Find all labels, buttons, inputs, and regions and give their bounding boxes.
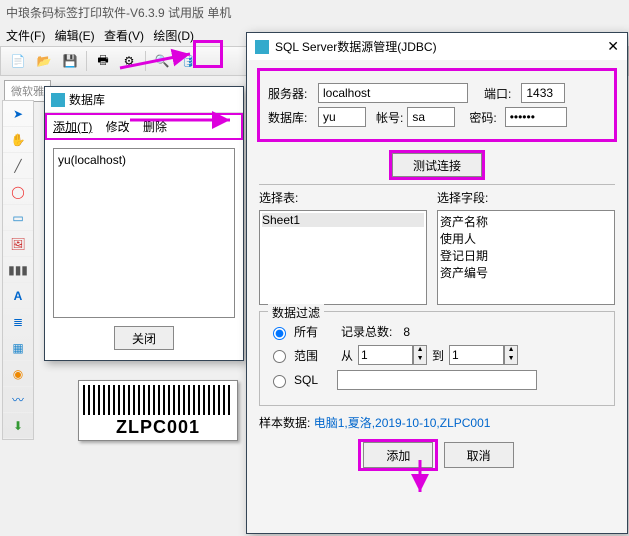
image-icon[interactable]: 🖼 bbox=[3, 231, 33, 257]
shape-icon[interactable]: ◯ bbox=[3, 179, 33, 205]
filter-sql-label: SQL bbox=[294, 373, 318, 387]
from-label: 从 bbox=[341, 347, 353, 364]
to-input[interactable] bbox=[449, 345, 504, 365]
barcode-icon[interactable]: ▮▮▮ bbox=[3, 257, 33, 283]
filter-legend: 数据过滤 bbox=[268, 304, 324, 321]
rect-icon[interactable]: ▭ bbox=[3, 205, 33, 231]
qr-icon[interactable]: ▦ bbox=[3, 335, 33, 361]
open-icon[interactable]: 📂 bbox=[32, 50, 56, 72]
new-icon[interactable]: 📄 bbox=[6, 50, 30, 72]
connection-panel: 服务器: 端口: 数据库: 帐号: 密码: bbox=[257, 68, 617, 142]
circle-tool-icon[interactable]: ◉ bbox=[3, 361, 33, 387]
db-config-actions: 添加(T) 修改 删除 bbox=[45, 113, 243, 140]
db-close-button[interactable]: 关闭 bbox=[114, 326, 174, 350]
port-input[interactable] bbox=[521, 83, 565, 103]
left-toolbar: ➤ ✋ ╱ ◯ ▭ 🖼 ▮▮▮ A ≣ ▦ ◉ 〰 ⬇ bbox=[2, 100, 34, 440]
table-listbox[interactable]: Sheet1 bbox=[259, 210, 427, 305]
close-icon[interactable]: ✕ bbox=[607, 38, 619, 55]
cancel-button[interactable]: 取消 bbox=[444, 442, 514, 468]
sample-label: 样本数据: bbox=[259, 416, 310, 430]
from-input[interactable] bbox=[358, 345, 413, 365]
spinner-icon[interactable]: ▲▼ bbox=[413, 345, 427, 365]
count-value: 8 bbox=[403, 325, 410, 339]
menu-file[interactable]: 文件(F) bbox=[6, 29, 45, 43]
database-icon[interactable]: 🛢 bbox=[176, 50, 200, 72]
spinner-icon[interactable]: ▲▼ bbox=[504, 345, 518, 365]
field-item[interactable]: 使用人 bbox=[440, 230, 612, 247]
db-modify-button[interactable]: 修改 bbox=[106, 120, 130, 134]
filter-range-radio[interactable] bbox=[273, 350, 286, 363]
pointer-icon[interactable]: ➤ bbox=[3, 101, 33, 127]
save-icon[interactable]: 💾 bbox=[58, 50, 82, 72]
db-label: 数据库: bbox=[268, 109, 318, 126]
field-item[interactable]: 登记日期 bbox=[440, 247, 612, 264]
menu-edit[interactable]: 编辑(E) bbox=[55, 29, 95, 43]
field-listbox[interactable]: 资产名称 使用人 登记日期 资产编号 bbox=[437, 210, 615, 305]
db-icon bbox=[51, 93, 65, 107]
print-icon[interactable]: 🖶 bbox=[91, 50, 115, 72]
curve-icon[interactable]: 〰 bbox=[3, 387, 33, 413]
sample-row: 样本数据: 电脑1,夏洛,2019-10-10,ZLPC001 bbox=[259, 414, 615, 431]
sel-table-label: 选择表: bbox=[259, 189, 437, 206]
richtext-icon[interactable]: ≣ bbox=[3, 309, 33, 335]
barcode-bars bbox=[83, 385, 233, 415]
app-title: 中琅条码标签打印软件-V6.3.9 试用版 单机 bbox=[0, 0, 629, 25]
db-list-entry[interactable]: yu(localhost) bbox=[58, 153, 230, 167]
filter-range-label: 范围 bbox=[294, 347, 318, 364]
import-icon[interactable]: ⬇ bbox=[3, 413, 33, 439]
db-config-dialog: 数据库 添加(T) 修改 删除 yu(localhost) 关闭 bbox=[44, 86, 244, 361]
acct-label: 帐号: bbox=[376, 109, 403, 126]
pwd-label: 密码: bbox=[469, 109, 496, 126]
sql-title-bar: SQL Server数据源管理(JDBC) ✕ bbox=[247, 33, 627, 60]
sample-value: 电脑1,夏洛,2019-10-10,ZLPC001 bbox=[314, 416, 491, 430]
test-connection-button[interactable]: 测试连接 bbox=[392, 153, 482, 177]
db-add-button[interactable]: 添加(T) bbox=[53, 120, 92, 134]
barcode-preview: ZLPC001 bbox=[78, 380, 238, 441]
server-input[interactable] bbox=[318, 83, 468, 103]
field-item[interactable]: 资产编号 bbox=[440, 264, 612, 281]
sql-title-text: SQL Server数据源管理(JDBC) bbox=[275, 38, 437, 55]
menu-view[interactable]: 查看(V) bbox=[104, 29, 144, 43]
table-item[interactable]: Sheet1 bbox=[262, 213, 424, 227]
line-icon[interactable]: ╱ bbox=[3, 153, 33, 179]
db-config-title-text: 数据库 bbox=[69, 91, 105, 108]
filter-all-label: 所有 bbox=[294, 323, 318, 340]
sql-dialog: SQL Server数据源管理(JDBC) ✕ 服务器: 端口: 数据库: 帐号… bbox=[246, 32, 628, 534]
acct-input[interactable] bbox=[407, 107, 455, 127]
field-item[interactable]: 资产名称 bbox=[440, 213, 612, 230]
filter-sql-radio[interactable] bbox=[273, 375, 286, 388]
settings-icon[interactable]: ⚙ bbox=[117, 50, 141, 72]
db-delete-button[interactable]: 删除 bbox=[143, 120, 167, 134]
menu-draw[interactable]: 绘图(D) bbox=[153, 29, 194, 43]
server-label: 服务器: bbox=[268, 85, 318, 102]
barcode-text: ZLPC001 bbox=[79, 415, 237, 440]
zoom-icon[interactable]: 🔍 bbox=[150, 50, 174, 72]
db-list[interactable]: yu(localhost) bbox=[53, 148, 235, 318]
text-icon[interactable]: A bbox=[3, 283, 33, 309]
db-config-title: 数据库 bbox=[45, 87, 243, 113]
db-input[interactable] bbox=[318, 107, 366, 127]
sql-icon bbox=[255, 40, 269, 54]
to-label: 到 bbox=[432, 347, 444, 364]
pwd-input[interactable] bbox=[505, 107, 567, 127]
hand-icon[interactable]: ✋ bbox=[3, 127, 33, 153]
filter-group: 数据过滤 所有 记录总数: 8 范围 从 ▲▼ 到 ▲▼ SQL bbox=[259, 311, 615, 406]
add-button[interactable]: 添加 bbox=[363, 442, 433, 468]
count-label: 记录总数: bbox=[341, 323, 392, 340]
filter-all-radio[interactable] bbox=[273, 327, 286, 340]
port-label: 端口: bbox=[484, 85, 511, 102]
sel-field-label: 选择字段: bbox=[437, 189, 615, 206]
sql-input[interactable] bbox=[337, 370, 537, 390]
